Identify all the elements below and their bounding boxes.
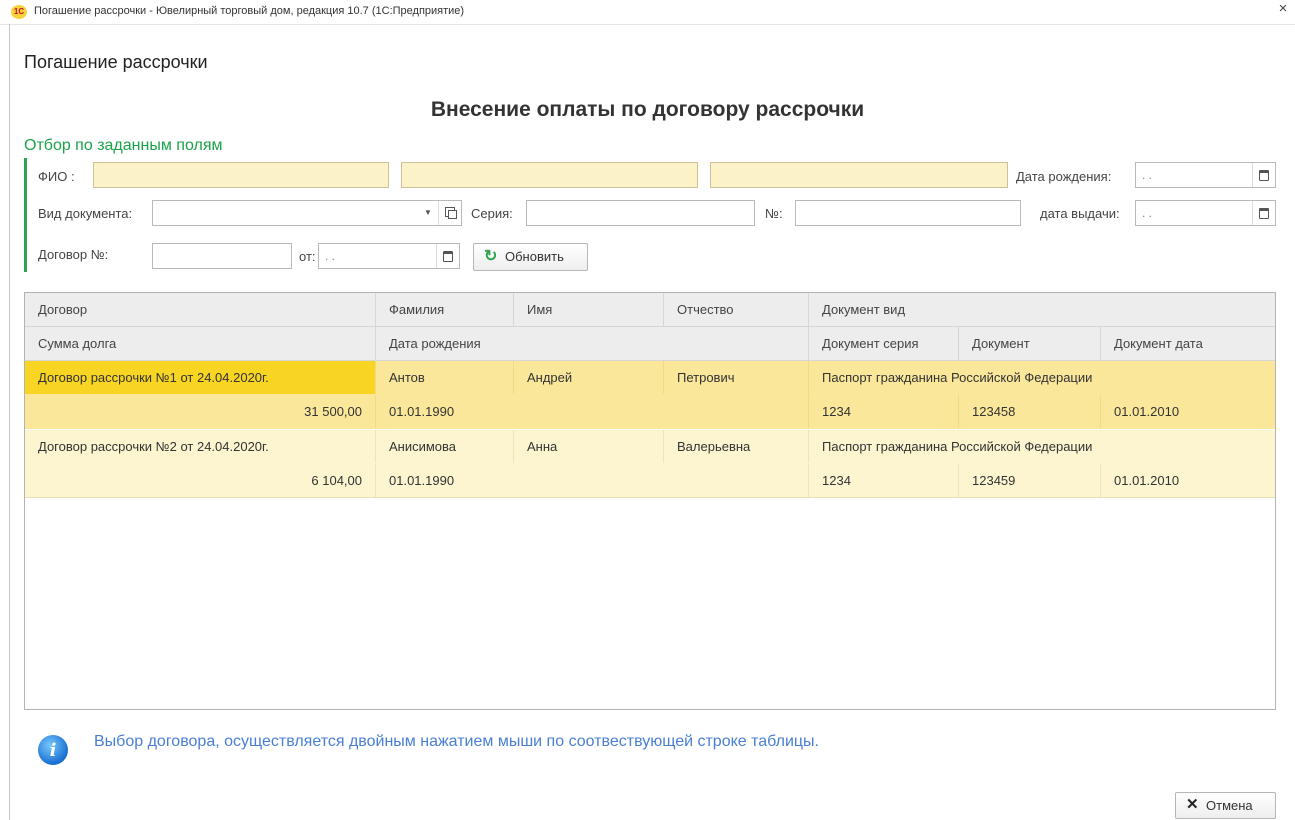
info-icon: i	[38, 735, 68, 765]
birth-date-label: Дата рождения:	[1016, 169, 1112, 184]
name-cell[interactable]: Андрей	[514, 361, 664, 394]
doc-number-cell[interactable]: 123459	[959, 464, 1101, 497]
doc-type-cell[interactable]: Паспорт гражданина Российской Федерации	[809, 430, 1275, 463]
doc-series-cell[interactable]: 1234	[809, 464, 959, 497]
birth-date-field[interactable]: . .	[1135, 162, 1276, 188]
close-window-button[interactable]: ×	[1275, 0, 1291, 17]
doc-date-cell[interactable]: 01.01.2010	[1101, 464, 1275, 497]
doc-date-cell[interactable]: 01.01.2010	[1101, 395, 1275, 428]
column-header-doc-date[interactable]: Документ дата	[1101, 327, 1275, 360]
window-left-border	[9, 24, 10, 820]
doc-type-label: Вид документа:	[38, 206, 133, 221]
birth-date-cell[interactable]: 01.01.1990	[376, 464, 809, 497]
surname-cell[interactable]: Анисимова	[376, 430, 514, 463]
refresh-icon: ↻	[484, 248, 498, 265]
issue-date-field[interactable]: . .	[1135, 200, 1276, 226]
doc-number-label: №:	[765, 206, 783, 221]
doc-type-cell[interactable]: Паспорт гражданина Российской Федерации	[809, 361, 1275, 394]
debt-cell[interactable]: 31 500,00	[25, 395, 376, 428]
column-header-birth-date[interactable]: Дата рождения	[376, 327, 809, 360]
column-header-patronymic[interactable]: Отчество	[664, 293, 809, 326]
doc-number-field[interactable]	[795, 200, 1021, 226]
doc-number-cell[interactable]: 123458	[959, 395, 1101, 428]
calendar-icon[interactable]	[1252, 201, 1275, 225]
filter-group-bar	[24, 158, 27, 272]
column-header-surname[interactable]: Фамилия	[376, 293, 514, 326]
1c-logo-icon: 1С	[11, 5, 27, 19]
table-header-row: Договор Фамилия Имя Отчество Документ ви…	[25, 293, 1275, 327]
issue-date-value: . .	[1142, 206, 1153, 220]
patronymic-cell[interactable]: Петрович	[664, 361, 809, 394]
contract-date-field[interactable]: . .	[318, 243, 460, 269]
table-row[interactable]: 31 500,00 01.01.1990 1234 123458 01.01.2…	[25, 395, 1275, 429]
table-row[interactable]: Договор рассрочки №2 от 24.04.2020г. Ани…	[25, 430, 1275, 464]
calendar-icon[interactable]	[1252, 163, 1275, 187]
cancel-button-label: Отмена	[1206, 798, 1253, 813]
chevron-down-icon[interactable]: ▼	[417, 201, 439, 225]
column-header-doc-series[interactable]: Документ серия	[809, 327, 959, 360]
series-label: Серия:	[471, 206, 513, 221]
issue-date-label: дата выдачи:	[1040, 206, 1120, 221]
form-title: Погашение рассрочки	[24, 52, 208, 72]
column-header-doc-type[interactable]: Документ вид	[809, 293, 1275, 326]
window-titlebar: 1С Погашение рассрочки - Ювелирный торго…	[0, 0, 1295, 25]
patronymic-cell[interactable]: Валерьевна	[664, 430, 809, 463]
contract-cell[interactable]: Договор рассрочки №1 от 24.04.2020г.	[25, 361, 376, 394]
contract-from-label: от:	[299, 249, 316, 264]
birth-date-value: . .	[1142, 168, 1153, 182]
contracts-table[interactable]: Договор Фамилия Имя Отчество Документ ви…	[24, 292, 1276, 710]
calendar-icon[interactable]	[436, 244, 459, 268]
debt-cell[interactable]: 6 104,00	[25, 464, 376, 497]
column-header-contract[interactable]: Договор	[25, 293, 376, 326]
contract-date-value: . .	[325, 249, 336, 263]
column-header-name[interactable]: Имя	[514, 293, 664, 326]
window-title: Погашение рассрочки - Ювелирный торговый…	[34, 5, 465, 17]
table-row[interactable]: 6 104,00 01.01.1990 1234 123459 01.01.20…	[25, 464, 1275, 498]
first-name-field[interactable]	[401, 162, 698, 188]
surname-cell[interactable]: Антов	[376, 361, 514, 394]
column-header-doc-number[interactable]: Документ	[959, 327, 1101, 360]
fio-label: ФИО :	[38, 169, 75, 184]
patronymic-field[interactable]	[710, 162, 1008, 188]
doc-series-cell[interactable]: 1234	[809, 395, 959, 428]
birth-date-cell[interactable]: 01.01.1990	[376, 395, 809, 428]
close-icon: ✕	[1186, 796, 1199, 813]
refresh-button[interactable]: ↻ Обновить	[473, 243, 588, 271]
contract-cell[interactable]: Договор рассрочки №2 от 24.04.2020г.	[25, 430, 376, 463]
table-header-row: Сумма долга Дата рождения Документ серия…	[25, 327, 1275, 361]
name-cell[interactable]: Анна	[514, 430, 664, 463]
table-row[interactable]: Договор рассрочки №1 от 24.04.2020г. Ант…	[25, 361, 1275, 395]
info-message: Выбор договора, осуществляется двойным н…	[94, 733, 819, 750]
open-form-icon[interactable]	[438, 201, 461, 225]
doc-type-select[interactable]: ▼	[152, 200, 462, 226]
filter-group-title: Отбор по заданным полям	[24, 137, 223, 154]
page-heading: Внесение оплаты по договору рассрочки	[430, 98, 865, 121]
contract-number-field[interactable]	[152, 243, 292, 269]
contract-number-label: Договор №:	[38, 247, 109, 262]
column-header-debt[interactable]: Сумма долга	[25, 327, 376, 360]
cancel-button[interactable]: ✕ Отмена	[1175, 792, 1276, 819]
series-field[interactable]	[526, 200, 755, 226]
surname-field[interactable]	[93, 162, 389, 188]
refresh-button-label: Обновить	[505, 249, 564, 264]
